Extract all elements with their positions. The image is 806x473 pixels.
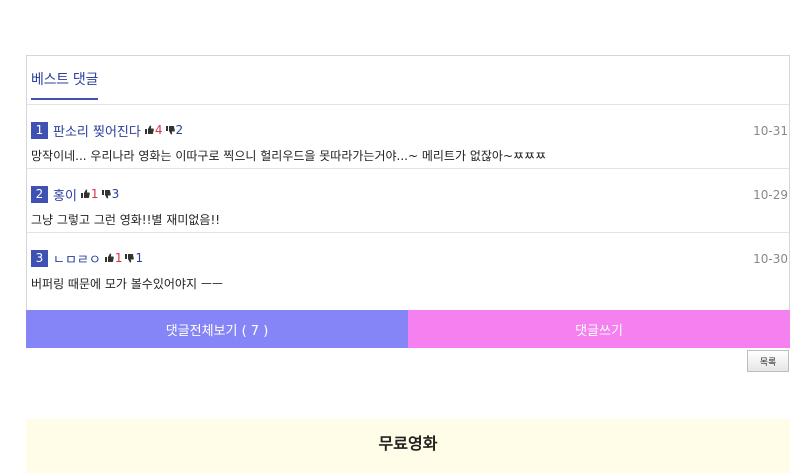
comment-author[interactable]: 홍이 — [53, 185, 77, 204]
like-button[interactable]: 4 — [144, 123, 163, 137]
rank-badge: 3 — [31, 249, 48, 267]
thumbs-up-icon — [104, 253, 114, 262]
best-comments-title[interactable]: 베스트 댓글 — [31, 69, 98, 100]
free-movies-section: 무료영화 — [26, 419, 790, 473]
dislike-count: 2 — [175, 123, 184, 137]
dislike-button[interactable]: 2 — [165, 123, 184, 137]
comment-item: 3 ㄴㅁㄹㅇ 1 1 10-30 버퍼링 때문에 모가 볼수있어야지 ㅡㅡ — [27, 233, 789, 296]
rank-badge: 1 — [31, 121, 48, 139]
like-button[interactable]: 1 — [104, 251, 123, 265]
comment-date: 10-30 — [753, 252, 788, 266]
thumbs-down-icon — [165, 126, 175, 135]
like-count: 1 — [114, 251, 123, 265]
comment-item: 1 판소리 찢어진다 4 2 10-31 망작이네... 우리나라 영화는 이따… — [27, 105, 789, 169]
comment-date: 10-29 — [753, 188, 788, 202]
thumbs-down-icon — [101, 190, 111, 199]
free-movies-title: 무료영화 — [378, 434, 438, 453]
comment-text: 그냥 그렇고 그런 영화!!별 재미없음!! — [31, 213, 221, 227]
thumbs-down-icon — [125, 254, 135, 263]
thumbs-up-icon — [80, 189, 90, 198]
thumbs-up-icon — [144, 125, 154, 134]
view-all-comments-button[interactable]: 댓글전체보기 ( 7 ) — [26, 310, 408, 348]
best-comments-header: 베스트 댓글 — [27, 56, 789, 105]
dislike-button[interactable]: 3 — [101, 187, 120, 201]
comment-date: 10-31 — [753, 124, 788, 138]
write-comment-button[interactable]: 댓글쓰기 — [408, 310, 790, 348]
best-comments-panel: 베스트 댓글 1 판소리 찢어진다 4 2 10-31 망작이네... 우리나라… — [26, 55, 790, 348]
dislike-count: 3 — [111, 187, 120, 201]
rank-badge: 2 — [31, 185, 48, 203]
comment-author[interactable]: ㄴㅁㄹㅇ — [53, 249, 101, 268]
like-count: 4 — [154, 123, 163, 137]
comment-text: 버퍼링 때문에 모가 볼수있어야지 ㅡㅡ — [31, 277, 223, 291]
list-button[interactable]: 목록 — [747, 350, 789, 372]
like-button[interactable]: 1 — [80, 187, 99, 201]
comment-item: 2 홍이 1 3 10-29 그냥 그렇고 그런 영화!!별 재미없음!! — [27, 169, 789, 233]
like-count: 1 — [90, 187, 99, 201]
dislike-count: 1 — [135, 251, 144, 265]
comment-text: 망작이네... 우리나라 영화는 이따구로 찍으니 헐리우드을 못따라가는거야.… — [31, 149, 547, 163]
comment-author[interactable]: 판소리 찢어진다 — [53, 121, 141, 140]
comment-action-bar: 댓글전체보기 ( 7 ) 댓글쓰기 — [26, 310, 790, 348]
dislike-button[interactable]: 1 — [124, 251, 143, 265]
